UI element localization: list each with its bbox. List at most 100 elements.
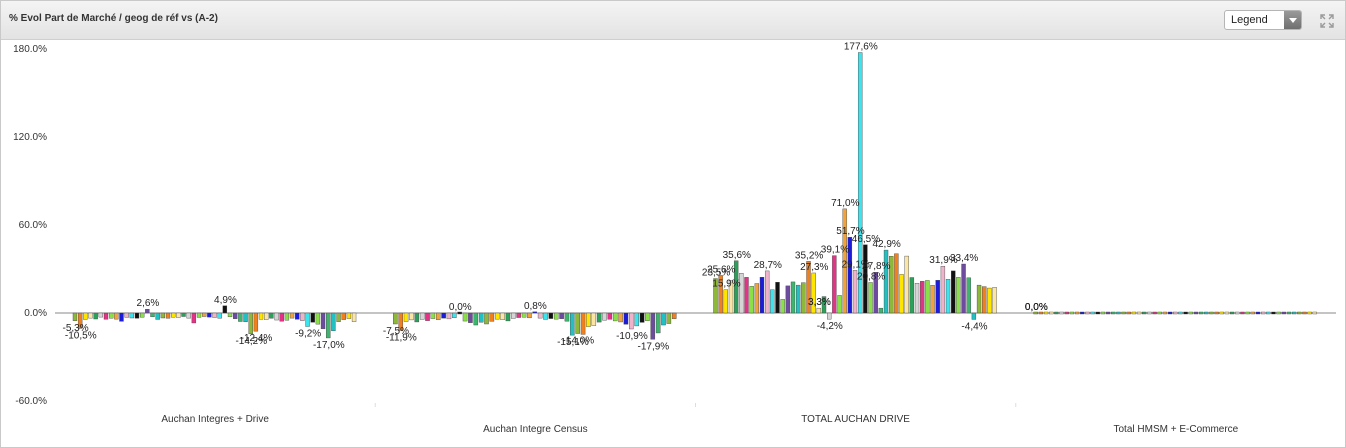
bar (222, 305, 228, 314)
data-label: -11,9% (386, 332, 417, 343)
bar (1297, 311, 1302, 315)
data-label: -4,2% (817, 321, 843, 332)
bar (176, 312, 181, 318)
bar (671, 312, 677, 319)
bar (1085, 311, 1090, 315)
bar (1152, 311, 1157, 315)
bar (425, 312, 430, 321)
bar (1111, 311, 1116, 315)
bar (1276, 311, 1281, 315)
bar (300, 312, 305, 321)
bar (505, 312, 511, 322)
bar (155, 312, 160, 320)
bar (1064, 311, 1069, 315)
bar (253, 312, 259, 332)
bar (1157, 311, 1162, 315)
bar (1266, 311, 1271, 315)
data-label: 42,9% (872, 239, 900, 250)
bar (1229, 311, 1235, 315)
bar (623, 312, 629, 325)
bar (269, 312, 274, 319)
bar (1116, 311, 1121, 315)
data-label: 15,9% (712, 279, 740, 290)
bar (1162, 311, 1168, 315)
y-tick-label: 180.0% (13, 44, 47, 55)
bar (1255, 311, 1261, 315)
data-label: 28,7% (754, 260, 782, 271)
bar (723, 289, 729, 314)
bar (749, 286, 754, 314)
bar (227, 312, 233, 318)
bar (868, 282, 873, 314)
data-label: 35,6% (723, 250, 751, 261)
bar (816, 307, 822, 314)
bar (532, 311, 538, 314)
bar (894, 253, 899, 314)
bar (759, 277, 765, 314)
data-label: -14,0% (562, 336, 594, 347)
bar (564, 312, 570, 322)
bar (790, 281, 796, 314)
bar (351, 312, 357, 322)
bar (1054, 311, 1059, 315)
bar (1214, 311, 1219, 315)
bar (1090, 311, 1095, 315)
bar (744, 277, 749, 314)
bar (527, 312, 532, 319)
bar (1105, 311, 1111, 315)
bar (650, 312, 656, 340)
bar (832, 255, 837, 314)
bar (837, 295, 842, 314)
data-label: 71,0% (831, 198, 859, 209)
bar (878, 307, 884, 314)
bar (602, 312, 607, 321)
bar (607, 312, 613, 320)
bar (570, 312, 575, 336)
bar (580, 312, 586, 335)
bar (414, 312, 420, 323)
bar (1183, 311, 1188, 315)
bar (315, 312, 321, 325)
expand-icon[interactable] (1319, 13, 1335, 29)
bar (827, 312, 832, 320)
data-label: -4,4% (961, 321, 987, 332)
bar (83, 312, 88, 320)
bar (764, 270, 770, 314)
bar (305, 312, 310, 327)
bar (196, 312, 202, 318)
bar (961, 263, 966, 314)
bar (435, 312, 441, 320)
bar (543, 312, 548, 320)
bar (1286, 311, 1292, 315)
legend-dropdown[interactable]: Legend (1224, 10, 1302, 30)
bar (612, 312, 618, 322)
category-label: Auchan Integres + Drive (161, 414, 269, 425)
category-label: Total HMSM + E-Commerce (1114, 424, 1239, 435)
legend-dropdown-label: Legend (1231, 14, 1268, 26)
bar (935, 280, 940, 314)
bar (618, 312, 623, 323)
bar (160, 312, 166, 319)
bar (987, 287, 992, 314)
panel-header: % Evol Part de Marché / geog de réf vs (… (1, 1, 1345, 40)
bar (233, 312, 238, 319)
bar (754, 283, 760, 314)
bar (289, 312, 295, 319)
bar (1142, 311, 1147, 315)
bar (258, 312, 264, 320)
bar (661, 312, 666, 326)
bar (248, 312, 253, 335)
bar (982, 286, 987, 314)
bar (1250, 311, 1255, 315)
data-label: 27,3% (800, 262, 828, 273)
y-tick-label: 0.0% (24, 308, 47, 319)
bar (596, 312, 602, 323)
bar (191, 312, 197, 324)
data-label: 0,0% (449, 302, 472, 313)
bar (1080, 311, 1085, 315)
bar (279, 312, 284, 322)
bar (521, 312, 527, 318)
bar (170, 312, 176, 318)
data-label: 2,6% (137, 298, 160, 309)
bar (655, 312, 661, 334)
